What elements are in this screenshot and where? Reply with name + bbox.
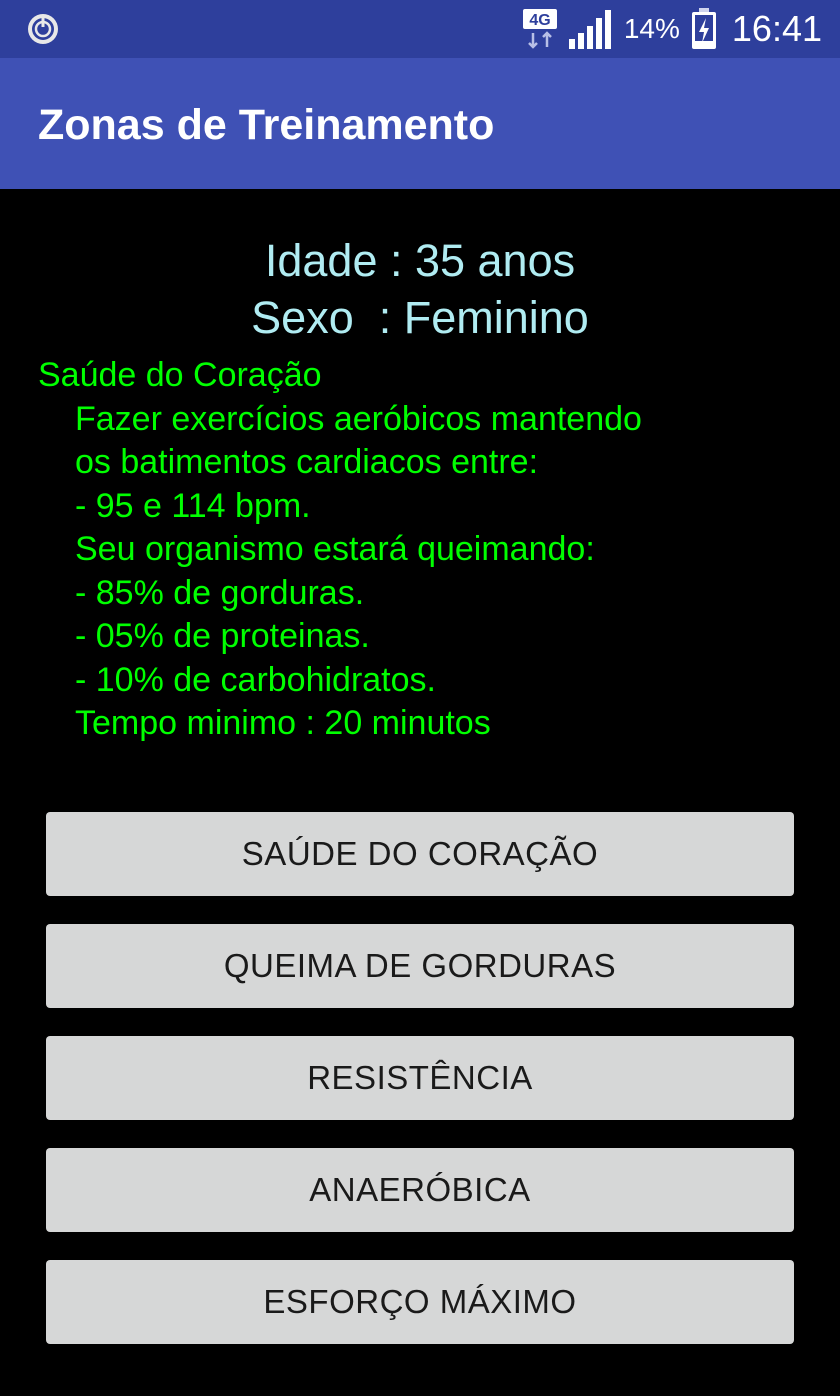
clock: 16:41	[731, 8, 822, 49]
data-4g-icon: 4G	[522, 9, 557, 49]
zone-line: Tempo minimo : 20 minutos	[75, 704, 491, 742]
fat-burn-button[interactable]: QUEIMA DE GORDURAS	[46, 924, 794, 1008]
signal-icon	[568, 10, 611, 49]
max-effort-button[interactable]: ESFORÇO MÁXIMO	[46, 1260, 794, 1344]
zone-line: os batimentos cardiacos entre:	[75, 443, 539, 481]
sex-line: Sexo : Feminino	[251, 292, 589, 343]
power-circle-icon	[28, 14, 58, 44]
battery-charging-icon	[691, 8, 716, 49]
profile-info: Idade : 35 anos Sexo : Feminino	[0, 232, 840, 346]
battery-percent: 14%	[623, 13, 680, 44]
anaerobic-button[interactable]: ANAERÓBICA	[46, 1148, 794, 1232]
app-bar: Zonas de Treinamento	[0, 58, 840, 189]
status-bar: 4G 14% 16:41	[0, 0, 840, 58]
zone-line: - 05% de proteinas.	[75, 617, 370, 655]
zone-line: Fazer exercícios aeróbicos mantendo	[75, 399, 642, 438]
age-line: Idade : 35 anos	[264, 235, 576, 286]
app-title: Zonas de Treinamento	[38, 101, 495, 149]
zone-line: - 85% de gorduras.	[75, 573, 365, 612]
status-indicators: 4G 14% 16:41	[522, 0, 822, 58]
endurance-button[interactable]: RESISTÊNCIA	[46, 1036, 794, 1120]
heart-health-button[interactable]: SAÚDE DO CORAÇÃO	[46, 812, 794, 896]
zone-buttons: SAÚDE DO CORAÇÃO QUEIMA DE GORDURAS RESI…	[46, 812, 794, 1372]
zone-description: Saúde do Coração Fazer exercícios aeróbi…	[38, 354, 818, 746]
zone-line: Seu organismo estará queimando:	[75, 530, 595, 568]
zone-line: - 95 e 114 bpm.	[75, 486, 311, 525]
zone-heading: Saúde do Coração	[38, 356, 322, 394]
network-type-label: 4G	[529, 12, 550, 29]
zone-line: - 10% de carbohidratos.	[75, 660, 436, 699]
